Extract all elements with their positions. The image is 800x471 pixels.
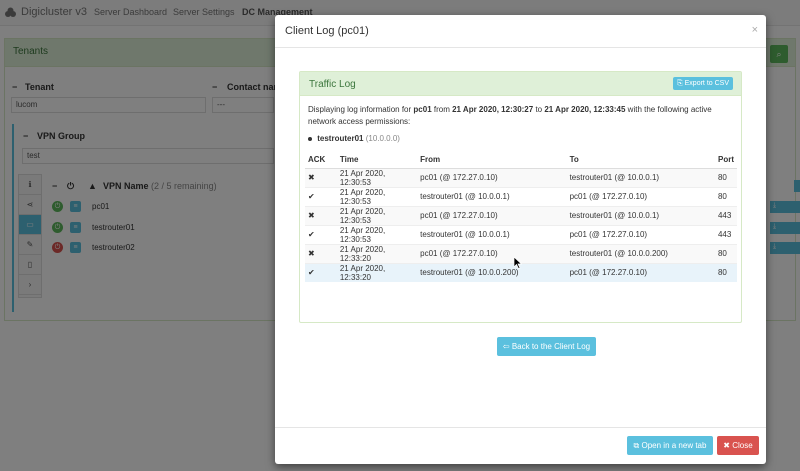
column-from: From: [417, 151, 567, 169]
cell-from: pc01 (@ 172.27.0.10): [417, 243, 567, 263]
cell-from: testrouter01 (@ 10.0.0.1): [417, 224, 567, 244]
cell-port: 80: [714, 186, 737, 206]
log-description: Displaying log information for pc01 from…: [308, 104, 733, 128]
desc-client: pc01: [413, 105, 432, 114]
back-label: Back to the Client Log: [511, 342, 591, 351]
cell-time: 21 Apr 2020, 12:30:53: [336, 224, 418, 244]
column-port: Port: [714, 151, 737, 169]
cell-port: 443: [714, 205, 737, 225]
ack-check-icon: ✔: [305, 262, 337, 282]
column-ack: ACK: [305, 151, 337, 169]
ack-cross-icon: ✖: [305, 167, 337, 187]
export-csv-label: Export to CSV: [684, 80, 729, 87]
mouse-cursor-icon: [514, 257, 522, 269]
desc-to: to: [535, 105, 543, 114]
permission-ip: (10.0.0.0): [365, 134, 400, 143]
cell-port: 80: [714, 262, 737, 282]
close-button[interactable]: ✖ Close: [717, 436, 759, 455]
desc-prefix: Displaying log information for: [308, 105, 412, 114]
modal-header: Client Log (pc01) ×: [275, 15, 766, 48]
cell-time: 21 Apr 2020, 12:30:53: [336, 186, 418, 206]
cell-port: 80: [714, 243, 737, 263]
bullet-icon: [308, 136, 312, 141]
table-header-row: ACK Time From To Port: [305, 151, 737, 169]
cell-to: pc01 (@ 172.27.0.10): [566, 224, 715, 244]
cell-from: testrouter01 (@ 10.0.0.1): [417, 186, 567, 206]
ack-cross-icon: ✖: [305, 205, 337, 225]
close-x-icon: ✖: [723, 441, 730, 450]
cell-time: 21 Apr 2020, 12:30:53: [336, 167, 418, 187]
cell-from: testrouter01 (@ 10.0.0.200): [417, 262, 567, 282]
table-row: ✔ 21 Apr 2020, 12:30:53 testrouter01 (@ …: [305, 186, 737, 206]
desc-from: from: [433, 105, 450, 114]
ack-check-icon: ✔: [305, 224, 337, 244]
column-time: Time: [336, 151, 418, 169]
cell-port: 80: [714, 167, 737, 187]
cell-port: 443: [714, 224, 737, 244]
cell-time: 21 Apr 2020, 12:33:20: [336, 262, 418, 282]
permission-item: testrouter01 (10.0.0.0): [308, 134, 400, 143]
cell-time: 21 Apr 2020, 12:33:20: [336, 243, 418, 263]
cell-to: pc01 (@ 172.27.0.10): [566, 262, 715, 282]
cell-to: testrouter01 (@ 10.0.0.200): [566, 243, 715, 263]
ack-check-icon: ✔: [305, 186, 337, 206]
table-row: ✖ 21 Apr 2020, 12:30:53 pc01 (@ 172.27.0…: [305, 205, 737, 225]
traffic-log-panel: Traffic Log ⎘ Export to CSV Displaying l…: [299, 71, 742, 356]
external-link-icon: ⧉: [633, 441, 640, 450]
traffic-log-title: Traffic Log: [309, 79, 356, 90]
cell-to: testrouter01 (@ 10.0.0.1): [566, 205, 715, 225]
ack-cross-icon: ✖: [305, 243, 337, 263]
arrow-left-icon: ⇦: [502, 342, 510, 351]
cell-time: 21 Apr 2020, 12:30:53: [336, 205, 418, 225]
client-log-modal: Client Log (pc01) × Traffic Log ⎘ Export…: [275, 15, 766, 464]
cell-to: testrouter01 (@ 10.0.0.1): [566, 167, 715, 187]
traffic-log-header: Traffic Log ⎘ Export to CSV: [300, 72, 741, 96]
open-label: Open in a new tab: [641, 441, 707, 450]
desc-start: 21 Apr 2020, 12:30:27: [452, 105, 534, 114]
table-row: ✔ 21 Apr 2020, 12:30:53 testrouter01 (@ …: [305, 224, 737, 244]
column-to: To: [566, 151, 715, 169]
close-label: Close: [732, 441, 753, 450]
cell-from: pc01 (@ 172.27.0.10): [417, 167, 567, 187]
permission-name: testrouter01: [317, 134, 364, 143]
back-to-client-log-button[interactable]: ⇦ Back to the Client Log: [497, 337, 596, 356]
export-csv-button[interactable]: ⎘ Export to CSV: [673, 77, 733, 90]
cell-from: pc01 (@ 172.27.0.10): [417, 205, 567, 225]
export-icon: ⎘: [677, 80, 683, 87]
desc-end: 21 Apr 2020, 12:33:45: [544, 105, 626, 114]
cell-to: pc01 (@ 172.27.0.10): [566, 186, 715, 206]
table-row: ✖ 21 Apr 2020, 12:30:53 pc01 (@ 172.27.0…: [305, 167, 737, 187]
close-icon[interactable]: ×: [752, 24, 758, 36]
modal-title: Client Log (pc01): [285, 25, 369, 37]
open-new-tab-button[interactable]: ⧉ Open in a new tab: [627, 436, 713, 455]
